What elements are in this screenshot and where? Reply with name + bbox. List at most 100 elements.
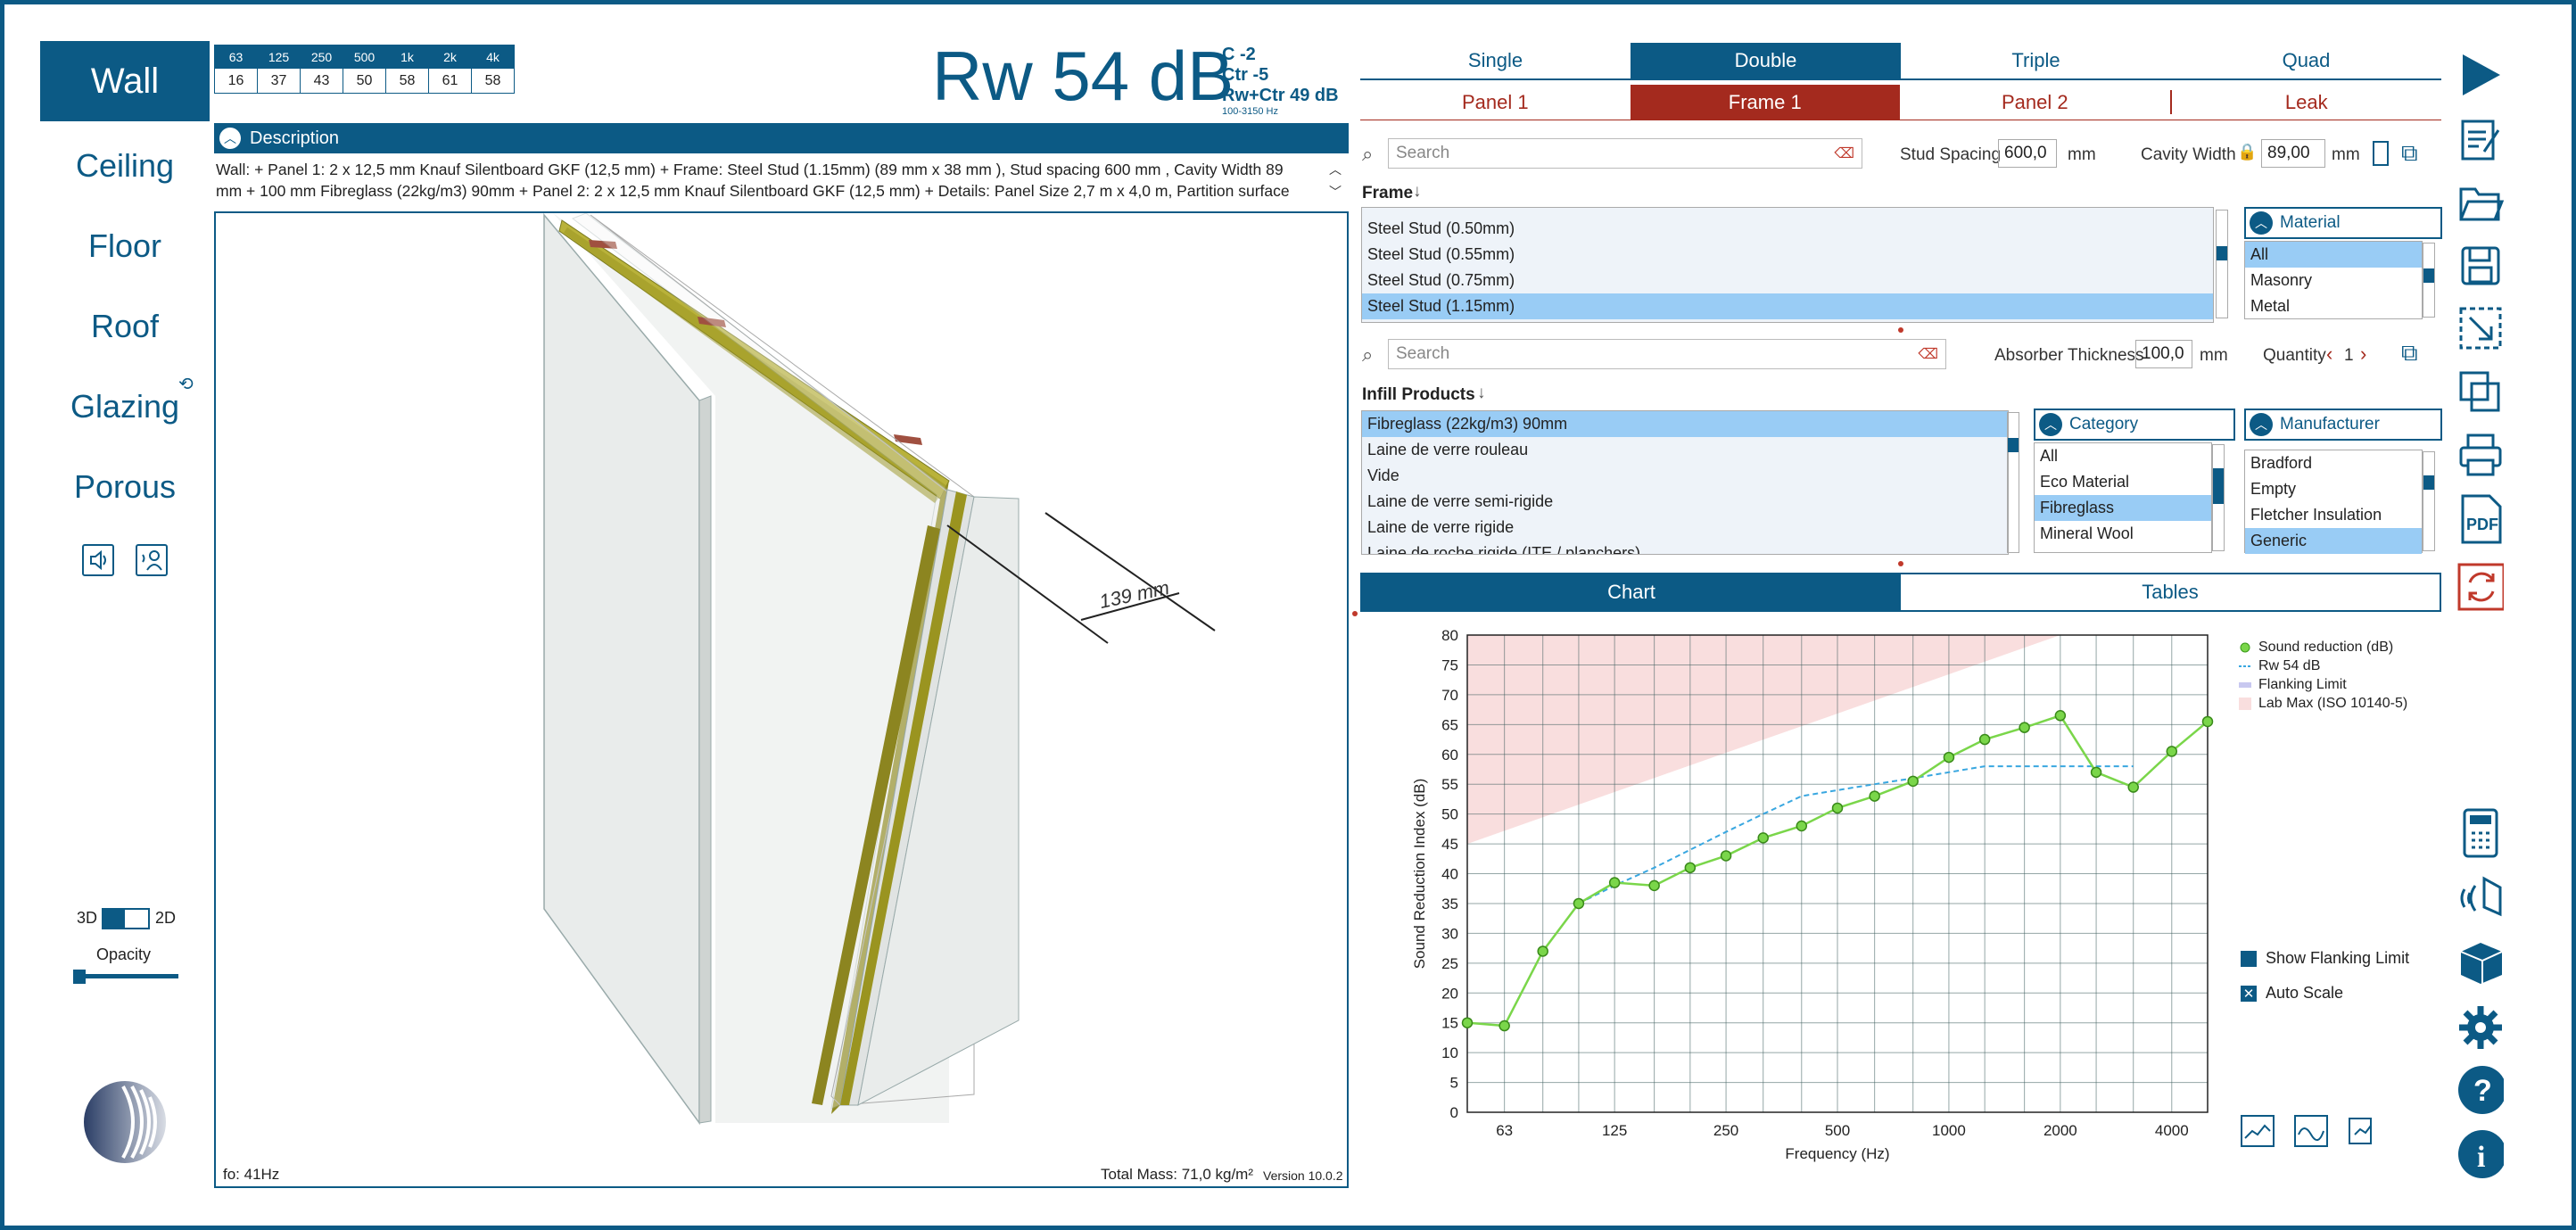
quantity-increment-icon[interactable]: › (2360, 343, 2366, 366)
opacity-slider[interactable] (75, 974, 178, 978)
resize-icon[interactable] (2457, 305, 2504, 351)
frame-list-scrollbar[interactable] (2216, 210, 2228, 318)
save-icon[interactable] (2457, 243, 2504, 289)
manufacturer-scrollbar[interactable] (2423, 451, 2435, 551)
infill-list[interactable]: Fibreglass (22kg/m3) 90mm Laine de verre… (1361, 410, 2009, 555)
chart-view-2-icon[interactable] (2294, 1115, 2328, 1147)
nav-floor[interactable]: Floor (40, 219, 210, 273)
nav-ceiling[interactable]: Ceiling (40, 139, 210, 193)
edit-icon[interactable] (2457, 116, 2504, 162)
scroll-up-icon[interactable]: ︿ (1329, 161, 1342, 178)
manufacturer-list[interactable]: Bradford Empty Fletcher Insulation Gener… (2244, 450, 2423, 554)
material-scrollbar[interactable] (2423, 243, 2435, 318)
open-folder-icon[interactable] (2457, 180, 2504, 227)
list-item[interactable]: All (2035, 443, 2211, 469)
quantity-decrement-icon[interactable]: ‹ (2326, 343, 2332, 366)
list-item[interactable]: Steel Stud (0.50mm) (1362, 216, 2213, 242)
collapse-icon[interactable]: ︿ (219, 128, 241, 149)
3d-viewport[interactable]: 139 mm fo: 41Hz Total Mass: 71,0 kg/m² V… (214, 211, 1349, 1188)
mode-toggle[interactable] (102, 908, 150, 929)
materials-box-icon[interactable] (2457, 938, 2504, 985)
infill-scrollbar[interactable] (2007, 412, 2019, 553)
list-item[interactable]: Steel Stud (0.75mm) (1362, 268, 2213, 293)
material-header[interactable]: ︿ Material (2244, 207, 2442, 239)
collapse-icon[interactable]: ︿ (2250, 211, 2273, 235)
help-icon[interactable]: ? (2457, 1066, 2504, 1114)
frame-list[interactable]: Steel Stud (0.50mm) Steel Stud (0.55mm) … (1361, 207, 2214, 323)
reset-icon[interactable] (2457, 563, 2504, 611)
scroll-down-icon[interactable]: ﹀ (1329, 183, 1342, 201)
sort-icon[interactable]: ↓ (1413, 182, 1422, 202)
settings-icon[interactable] (2457, 1004, 2504, 1051)
external-link-icon[interactable]: ⧉ (2401, 339, 2418, 367)
tab-frame-1[interactable]: Frame 1 (1630, 85, 1900, 120)
tab-single[interactable]: Single (1360, 43, 1631, 78)
infill-search-input[interactable]: Search ⌫ (1388, 339, 1946, 369)
list-item[interactable]: Laine de verre semi-rigide (1362, 489, 2008, 515)
cavity-width-input[interactable]: 89,00 (2261, 139, 2325, 168)
splitter-dot[interactable] (1898, 561, 1903, 566)
auto-scale-checkbox[interactable]: ✕ Auto Scale (2241, 984, 2343, 1003)
print-icon[interactable] (2457, 432, 2504, 478)
list-item[interactable]: Empty (2245, 476, 2422, 502)
list-item-selected[interactable]: Generic (2245, 528, 2422, 554)
tab-tables[interactable]: Tables (1901, 574, 2440, 610)
list-item-selected[interactable]: Fibreglass (22kg/m3) 90mm (1362, 411, 2008, 437)
list-item[interactable]: Mineral Wool (2035, 521, 2211, 547)
sound-source-icon[interactable] (2457, 874, 2504, 920)
lock-icon[interactable]: 🔒 (2237, 143, 2257, 161)
chart-export-icon[interactable] (2346, 1115, 2380, 1147)
tab-chart[interactable]: Chart (1362, 574, 1901, 610)
speaker-icon[interactable] (82, 544, 114, 576)
pdf-icon[interactable]: PDF (2457, 494, 2504, 544)
external-link-icon[interactable]: ⧉ (2401, 139, 2418, 168)
clear-search-icon[interactable]: ⌫ (1834, 144, 1854, 162)
calculator-icon[interactable] (2457, 808, 2504, 858)
opacity-slider-thumb[interactable] (73, 970, 86, 984)
sort-icon[interactable]: ↓ (1477, 384, 1486, 403)
tab-panel-1[interactable]: Panel 1 (1360, 85, 1631, 120)
collapse-icon[interactable]: ︿ (2250, 413, 2273, 436)
copy-icon[interactable] (2457, 369, 2504, 416)
list-item[interactable]: Metal (2245, 293, 2422, 319)
category-header[interactable]: ︿ Category (2034, 409, 2235, 441)
category-list[interactable]: All Eco Material Fibreglass Mineral Wool (2034, 442, 2212, 553)
splitter-dot[interactable] (1898, 327, 1903, 333)
list-item[interactable]: Laine de verre rouleau (1362, 437, 2008, 463)
absorber-thickness-input[interactable]: 100,0 (2135, 340, 2192, 368)
tab-triple[interactable]: Triple (1901, 43, 2171, 78)
list-item-selected[interactable]: All (2245, 242, 2422, 268)
list-item[interactable]: Bradford (2245, 450, 2422, 476)
checkbox-box[interactable] (2241, 950, 2257, 967)
frame-search-input[interactable]: Search ⌫ (1388, 138, 1862, 169)
list-item[interactable]: Vide (1362, 463, 2008, 489)
category-scrollbar[interactable] (2212, 444, 2225, 551)
chart-view-1-icon[interactable] (2241, 1115, 2275, 1147)
tab-leak[interactable]: Leak (2172, 85, 2442, 120)
tab-panel-2[interactable]: Panel 2 (1900, 90, 2172, 114)
tab-double[interactable]: Double (1631, 43, 1901, 78)
tab-quad[interactable]: Quad (2171, 43, 2441, 78)
list-item-selected[interactable]: Fibreglass (2035, 495, 2211, 521)
checkbox-checked-icon[interactable]: ✕ (2241, 985, 2257, 1002)
material-list[interactable]: All Masonry Metal (2244, 241, 2423, 319)
refresh-small-icon[interactable]: ⟲ (178, 373, 194, 395)
nav-porous[interactable]: Porous (40, 460, 210, 514)
list-item[interactable]: Masonry (2245, 268, 2422, 293)
clear-search-icon[interactable]: ⌫ (1918, 345, 1938, 363)
list-item[interactable]: Laine de verre rigide (1362, 515, 2008, 541)
show-flanking-checkbox[interactable]: Show Flanking Limit (2241, 949, 2409, 968)
manufacturer-header[interactable]: ︿ Manufacturer (2244, 409, 2442, 441)
list-item-selected[interactable]: Steel Stud (1.15mm) (1362, 293, 2213, 319)
nav-wall[interactable]: Wall (40, 41, 210, 121)
description-header[interactable]: ︿ Description (214, 123, 1349, 153)
list-item[interactable]: Steel Stud (0.55mm) (1362, 242, 2213, 268)
nav-roof[interactable]: Roof (40, 300, 210, 353)
collapse-icon[interactable]: ︿ (2039, 413, 2062, 436)
stud-spacing-input[interactable]: 600,0 (1998, 139, 2057, 168)
splitter-dot[interactable] (1352, 611, 1358, 616)
list-item[interactable]: Eco Material (2035, 469, 2211, 495)
list-item[interactable]: Laine de roche rigide (ITE / planchers) (1362, 541, 2008, 554)
listener-icon[interactable] (136, 544, 168, 576)
info-icon[interactable]: i (2457, 1130, 2504, 1178)
